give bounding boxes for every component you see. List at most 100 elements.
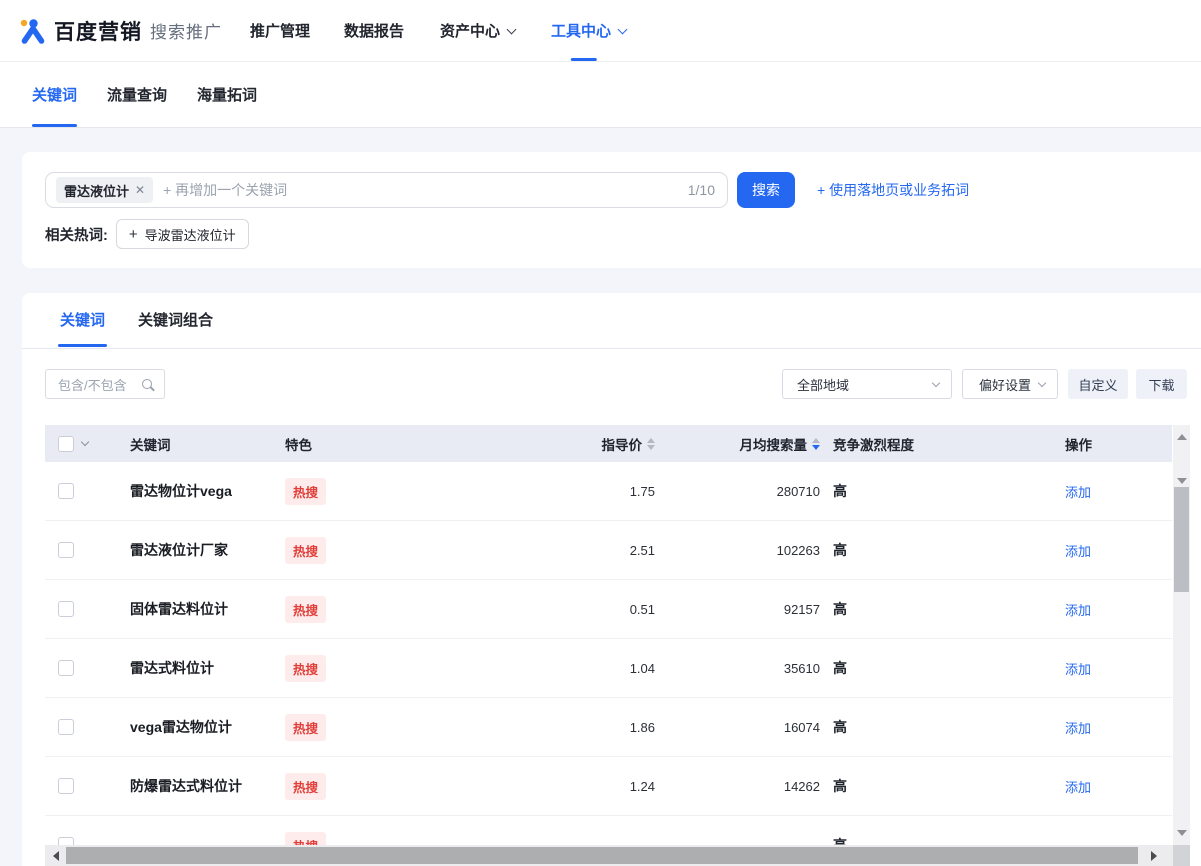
- add-keyword-link[interactable]: 添加: [1065, 541, 1091, 560]
- monthly-volume-value: 35610: [784, 661, 820, 676]
- add-keyword-link[interactable]: 添加: [1065, 600, 1091, 619]
- hot-search-badge: 热搜: [285, 655, 326, 682]
- monthly-volume-value: 16074: [784, 720, 820, 735]
- brand-subtitle: 搜索推广: [150, 18, 222, 43]
- keyword-input[interactable]: 雷达液位计 ✕ + 再增加一个关键词 1/10: [45, 172, 728, 208]
- scroll-down-arrow[interactable]: [1173, 823, 1190, 843]
- region-select[interactable]: 全部地域: [782, 369, 952, 399]
- table-row: 固体雷达料位计热搜0.5192157高添加: [45, 580, 1172, 639]
- scroll-up-arrow[interactable]: [1173, 427, 1190, 447]
- competition-value: 高: [833, 540, 847, 560]
- monthly-volume-value: 14262: [784, 779, 820, 794]
- row-checkbox[interactable]: [58, 778, 74, 794]
- download-button[interactable]: 下载: [1136, 369, 1187, 399]
- tab-mass-expansion[interactable]: 海量拓词: [197, 62, 257, 127]
- table-row: vega雷达物位计 热搜 1.86 16074 高 添加: [45, 698, 1172, 757]
- filter-placeholder: 包含/不包含: [58, 375, 142, 394]
- keyword-counter: 1/10: [688, 182, 715, 198]
- horizontal-scroll-thumb[interactable]: [66, 847, 1138, 864]
- top-navbar: 百度营销 搜索推广 推广管理 数据报告 资产中心 工具中心: [0, 0, 1201, 62]
- vertical-scroll-thumb[interactable]: [1174, 487, 1189, 592]
- keyword-text: 雷达物位计vega: [130, 481, 232, 501]
- col-header-actions: 操作: [1050, 434, 1172, 454]
- guide-price-value: 1.04: [630, 661, 655, 676]
- col-header-keyword: 关键词: [130, 434, 285, 454]
- row-checkbox[interactable]: [58, 660, 74, 676]
- landing-page-expand-link[interactable]: + 使用落地页或业务拓词: [817, 180, 969, 200]
- nav-item-data-report[interactable]: 数据报告: [342, 0, 406, 61]
- competition-value: 高: [833, 717, 847, 737]
- nav-item-asset-center[interactable]: 资产中心: [438, 0, 517, 61]
- contain-filter-input[interactable]: 包含/不包含: [45, 369, 165, 399]
- scroll-right-arrow[interactable]: [1145, 845, 1163, 866]
- keyword-results-panel: 关键词 关键词组合 包含/不包含 全部地域 偏好设置 自定义 下载: [22, 293, 1201, 866]
- chevron-down-icon: [507, 24, 517, 34]
- row-checkbox[interactable]: [58, 719, 74, 735]
- keyword-chip: 雷达液位计 ✕: [56, 177, 153, 203]
- add-keyword-link[interactable]: 添加: [1065, 659, 1091, 678]
- add-keyword-link[interactable]: 添加: [1065, 718, 1091, 737]
- competition-value: 高: [833, 776, 847, 796]
- result-tabs: 关键词 关键词组合: [22, 293, 1201, 349]
- row-checkbox[interactable]: [58, 542, 74, 558]
- guide-price-value: 1.86: [630, 720, 655, 735]
- competition-value: 高: [833, 599, 847, 619]
- monthly-volume-value: 92157: [784, 602, 820, 617]
- tab-keywords[interactable]: 关键词: [32, 62, 77, 127]
- scrollbar-corner: [1173, 845, 1190, 866]
- guide-price-value: 2.51: [630, 543, 655, 558]
- hot-search-badge: 热搜: [285, 478, 326, 505]
- result-tab-keywords[interactable]: 关键词: [60, 309, 105, 347]
- add-keyword-link[interactable]: 添加: [1065, 482, 1091, 501]
- preference-select[interactable]: 偏好设置: [962, 369, 1058, 399]
- table-row: 雷达液位计厂家热搜2.51102263高添加: [45, 521, 1172, 580]
- monthly-volume-value: 280710: [777, 484, 820, 499]
- brand-title: 百度营销: [54, 16, 142, 46]
- select-all-checkbox[interactable]: [58, 436, 74, 452]
- search-button[interactable]: 搜索: [737, 172, 795, 208]
- table-body: 雷达物位计vega热搜1.75280710高添加雷达液位计厂家热搜2.51102…: [45, 462, 1172, 866]
- table-row: 雷达物位计vega 热搜 1.75 280710 高 添加: [45, 462, 1172, 521]
- col-header-feature: 特色: [285, 434, 545, 454]
- tab-traffic-query[interactable]: 流量查询: [107, 62, 167, 127]
- tool-tabs: 关键词 流量查询 海量拓词: [0, 62, 1201, 128]
- baidu-marketing-logo-icon: [18, 16, 48, 46]
- row-checkbox[interactable]: [58, 601, 74, 617]
- table-row: 防爆雷达式料位计 热搜 1.24 14262 高 添加: [45, 757, 1172, 816]
- hot-search-badge: 热搜: [285, 596, 326, 623]
- add-keyword-link[interactable]: 添加: [1065, 777, 1091, 796]
- customize-button[interactable]: 自定义: [1068, 369, 1128, 399]
- search-icon: [142, 379, 152, 389]
- hot-search-badge: 热搜: [285, 714, 326, 741]
- guide-price-value: 1.75: [630, 484, 655, 499]
- sort-icon[interactable]: [647, 438, 655, 450]
- keyword-text: 防爆雷达式料位计: [130, 776, 242, 796]
- guide-price-value: 1.24: [630, 779, 655, 794]
- vertical-scrollbar[interactable]: [1173, 425, 1190, 845]
- keyword-text: vega雷达物位计: [130, 717, 232, 737]
- chevron-down-icon: [932, 378, 940, 386]
- hot-search-badge: 热搜: [285, 537, 326, 564]
- plus-icon: +: [129, 226, 138, 243]
- guide-price-value: 0.51: [630, 602, 655, 617]
- related-hotword-button[interactable]: + 导波雷达液位计: [116, 219, 249, 249]
- scroll-left-arrow[interactable]: [47, 845, 65, 866]
- sort-desc-icon[interactable]: [812, 438, 820, 450]
- hot-search-badge: 热搜: [285, 773, 326, 800]
- chip-close-icon[interactable]: ✕: [135, 183, 145, 197]
- table-row: 雷达式料位计热搜1.0435610高添加: [45, 639, 1172, 698]
- nav-item-tool-center[interactable]: 工具中心: [549, 0, 628, 61]
- col-header-competition: 竞争激烈程度: [820, 434, 1050, 454]
- result-tab-keyword-combos[interactable]: 关键词组合: [138, 309, 213, 347]
- col-header-guide-price[interactable]: 指导价: [545, 434, 655, 454]
- keyword-search-panel: 雷达液位计 ✕ + 再增加一个关键词 1/10 搜索 + 使用落地页或业务拓词 …: [22, 152, 1201, 268]
- table-header-row: 关键词 特色 指导价 月均搜索量 竞争激烈程度 操作: [45, 425, 1172, 462]
- horizontal-scrollbar[interactable]: [45, 845, 1173, 866]
- keyword-table: 关键词 特色 指导价 月均搜索量 竞争激烈程度 操作 雷达物位计vega 热搜 1.…: [45, 425, 1172, 866]
- nav-item-promotion-management[interactable]: 推广管理: [248, 0, 312, 61]
- competition-value: 高: [833, 481, 847, 501]
- row-checkbox[interactable]: [58, 483, 74, 499]
- col-header-monthly-volume[interactable]: 月均搜索量: [655, 434, 820, 454]
- select-dropdown-icon[interactable]: [81, 438, 89, 446]
- keyword-input-placeholder: + 再增加一个关键词: [163, 180, 688, 200]
